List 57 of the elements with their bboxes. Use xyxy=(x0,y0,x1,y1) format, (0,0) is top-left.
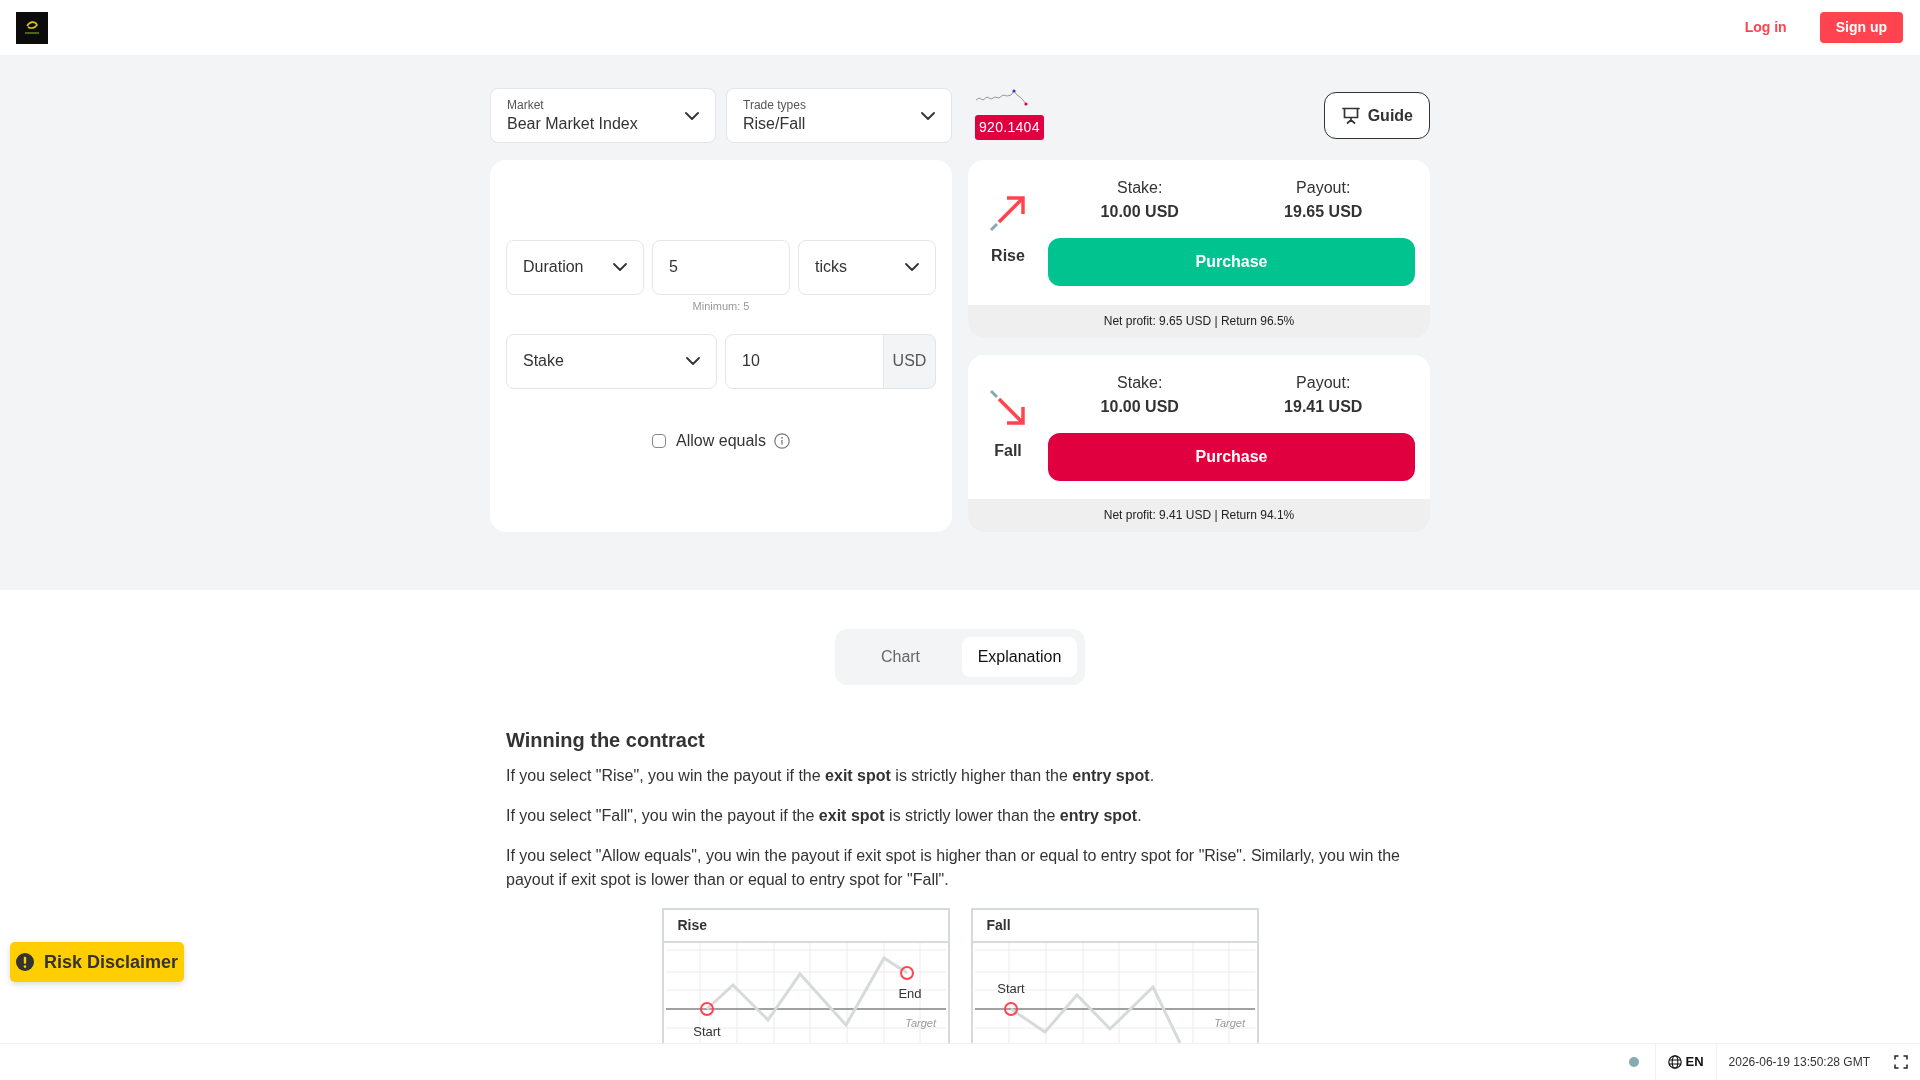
duration-unit-select[interactable]: ticks xyxy=(798,239,936,295)
payout-label: Payout: xyxy=(1295,178,1352,198)
profit-summary: Net profit: 9.65 USD | Return 96.5% xyxy=(968,304,1430,338)
stake-input[interactable]: 10 xyxy=(725,333,884,389)
language-button[interactable]: EN xyxy=(1667,1052,1704,1072)
sparkline-chart xyxy=(975,88,1028,108)
duration-input[interactable]: 5 xyxy=(652,239,790,295)
chart-label: Start xyxy=(692,1024,721,1039)
checkbox-label: Allow equals xyxy=(676,430,766,451)
chevron-down-icon xyxy=(921,111,935,120)
stake-label: Stake: xyxy=(1116,178,1164,198)
stake-amount: 10.00 USD xyxy=(1099,396,1180,417)
currency-label: USD xyxy=(883,333,936,389)
payout-amount: 19.65 USD xyxy=(1283,202,1364,222)
paragraph: If you select "Fall", you win the payout if the exit spot is strictly lower than the entry spot. xyxy=(506,806,1143,826)
stake-label: Stake: xyxy=(1116,372,1164,393)
status-dot-icon xyxy=(1628,1057,1639,1067)
exclamation-icon xyxy=(16,953,34,971)
arrow-down-right-icon xyxy=(989,388,1027,427)
arrow-up-right-icon xyxy=(989,194,1027,232)
profit-summary: Net profit: 9.41 USD | Return 94.1% xyxy=(968,499,1430,532)
stake-amount: 10.00 USD xyxy=(1099,202,1180,222)
chart-label: Target xyxy=(1213,1017,1245,1029)
risk-disclaimer-button[interactable]: Risk Disclaimer xyxy=(10,942,185,982)
trade-type-select[interactable]: Trade types Rise/Fall xyxy=(726,88,952,143)
chevron-down-icon xyxy=(905,263,919,271)
chevron-down-icon xyxy=(613,263,627,271)
chart-label: Target xyxy=(904,1017,936,1029)
logo-icon xyxy=(16,11,48,44)
clock-time: 2026-06-19 13:50:28 GMT xyxy=(1728,1054,1870,1071)
contract-name: Fall xyxy=(994,440,1022,461)
paragraph: If you select "Rise", you win the payout if the exit spot is strictly higher than the entry spot. xyxy=(506,766,1156,786)
allow-equals-checkbox[interactable] xyxy=(652,433,667,448)
section-heading: Winning the contract xyxy=(506,728,706,752)
stake-type-select[interactable]: Stake xyxy=(506,333,717,389)
chevron-down-icon xyxy=(685,111,699,120)
tab[interactable]: Explanation xyxy=(962,637,1077,677)
paragraph: If you select "Allow equals", you win the payout if exit spot is higher than or equal to entry spot for "Rise". Similarly, you win the payout if exit spot is lower than or equal to entry spot for "Fall". xyxy=(506,846,1401,890)
guide-button[interactable]: Guide xyxy=(1323,92,1430,139)
chart-label: End xyxy=(897,986,922,1001)
tab[interactable]: Chart xyxy=(843,637,958,677)
globe-icon xyxy=(1667,1055,1682,1069)
diagram-title: Rise xyxy=(663,910,948,943)
payout-label: Payout: xyxy=(1295,372,1352,393)
contract-name: Rise xyxy=(991,246,1025,266)
market-select[interactable]: Market Bear Market Index xyxy=(490,88,716,143)
duration-type-select[interactable]: Duration xyxy=(506,239,644,295)
payout-amount: 19.41 USD xyxy=(1283,396,1364,417)
hint-text: Minimum: 5 xyxy=(691,298,751,313)
purchase-button[interactable]: Purchase xyxy=(1048,432,1415,481)
info-icon xyxy=(773,432,790,449)
chart-label: Start xyxy=(996,981,1025,996)
diagram-title: Fall xyxy=(972,910,1257,943)
chevron-down-icon xyxy=(686,357,700,365)
fullscreen-icon[interactable] xyxy=(1894,1055,1908,1069)
current-price: 920.1404 xyxy=(975,115,1044,140)
presentation-board-icon xyxy=(1341,107,1360,124)
